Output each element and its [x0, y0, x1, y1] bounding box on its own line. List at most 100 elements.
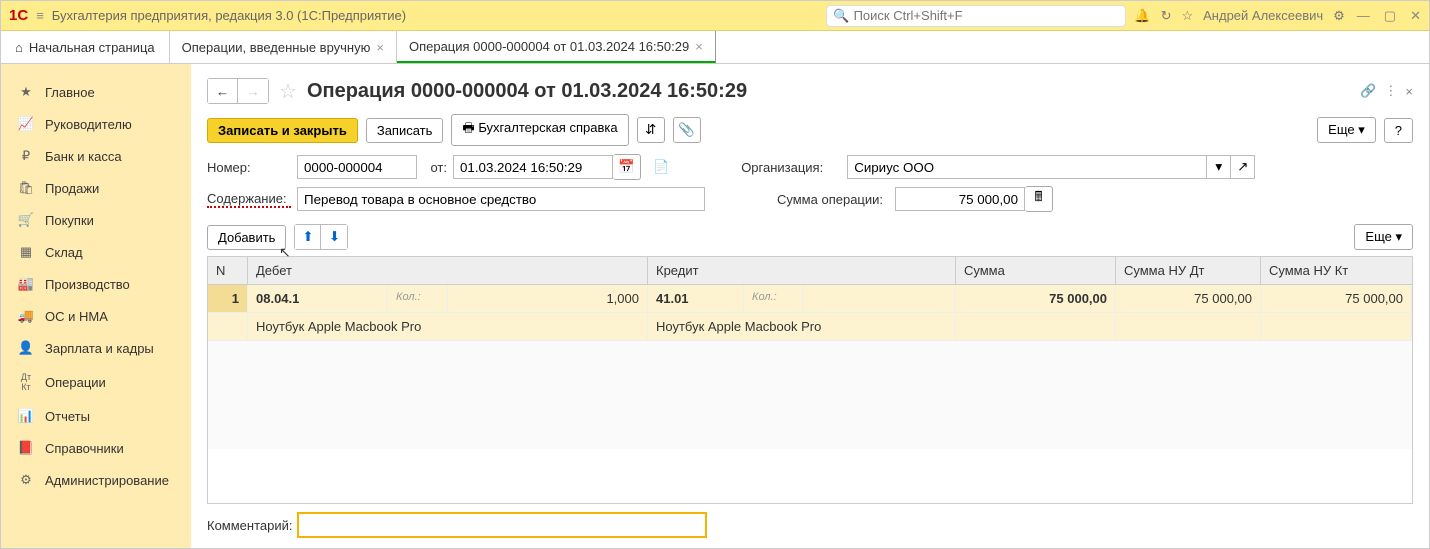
- table-toolbar: Добавить ⬆ ⬇ ↖ Еще ▾: [207, 224, 1413, 250]
- save-close-button[interactable]: Записать и закрыть: [207, 118, 358, 143]
- cell-nu-dt[interactable]: 75 000,00: [1116, 285, 1261, 312]
- comment-input[interactable]: [297, 512, 707, 538]
- history-icon[interactable]: ↻: [1161, 8, 1172, 24]
- calc-icon[interactable]: 🖩: [1025, 186, 1053, 212]
- col-sum[interactable]: Сумма: [956, 257, 1116, 284]
- tab-operations-manual[interactable]: Операции, введенные вручную ×: [170, 31, 397, 63]
- move-down-button[interactable]: ⬇: [321, 225, 347, 249]
- favorite-star-icon[interactable]: ☆: [279, 79, 297, 104]
- number-input[interactable]: [297, 155, 417, 179]
- cell-debit-item[interactable]: Ноутбук Apple Macbook Pro: [248, 313, 648, 340]
- tree-icon-button[interactable]: ⇵: [637, 117, 665, 143]
- open-icon[interactable]: ↗: [1231, 155, 1255, 179]
- org-input[interactable]: [847, 155, 1207, 179]
- print-icon: 🖶: [462, 120, 474, 135]
- settings-icon[interactable]: ⚙: [1333, 8, 1345, 24]
- cell-n: 1: [208, 285, 248, 312]
- col-credit[interactable]: Кредит: [648, 257, 956, 284]
- sidebar-item-purchases[interactable]: 🛒Покупки: [1, 204, 191, 236]
- table-more-button[interactable]: Еще ▾: [1354, 224, 1413, 250]
- cell-cqty[interactable]: [804, 285, 956, 312]
- status-icon: 📄: [653, 159, 669, 175]
- sidebar-item-admin[interactable]: ⚙Администрирование: [1, 464, 191, 496]
- cart-icon: 🛒: [17, 212, 35, 228]
- cell-sum[interactable]: 75 000,00: [956, 285, 1116, 312]
- user-name[interactable]: Андрей Алексеевич: [1203, 8, 1323, 23]
- calendar-icon[interactable]: 📅: [613, 154, 641, 180]
- help-button[interactable]: ?: [1384, 118, 1413, 143]
- ruble-icon: ₽: [17, 148, 35, 164]
- form-row-content: Содержание: Сумма операции: 🖩: [207, 186, 1413, 212]
- tab-operation-doc[interactable]: Операция 0000-000004 от 01.03.2024 16:50…: [397, 31, 716, 63]
- sidebar-item-main[interactable]: ★Главное: [1, 76, 191, 108]
- back-button[interactable]: ←: [208, 79, 238, 103]
- truck-icon: 🚚: [17, 308, 35, 324]
- sidebar-item-production[interactable]: 🏭Производство: [1, 268, 191, 300]
- date-input[interactable]: [453, 155, 613, 179]
- sidebar-item-salary[interactable]: 👤Зарплата и кадры: [1, 332, 191, 364]
- maximize-icon[interactable]: ▢: [1384, 8, 1396, 24]
- cell-credit-acc[interactable]: 41.01: [648, 285, 744, 312]
- close-panel-icon[interactable]: ×: [1405, 84, 1413, 99]
- cell-qty[interactable]: 1,000: [448, 285, 648, 312]
- move-up-button[interactable]: ⬆: [295, 225, 321, 249]
- bars-icon: 📊: [17, 408, 35, 424]
- app-title: Бухгалтерия предприятия, редакция 3.0 (1…: [52, 8, 827, 23]
- more-button[interactable]: Еще ▾: [1317, 117, 1376, 143]
- content-input[interactable]: [297, 187, 705, 211]
- number-label: Номер:: [207, 160, 291, 175]
- search-icon: 🔍: [833, 8, 849, 24]
- cell-nu-kt[interactable]: 75 000,00: [1261, 285, 1412, 312]
- col-n[interactable]: N: [208, 257, 248, 284]
- sidebar-item-bank[interactable]: ₽Банк и касса: [1, 140, 191, 172]
- search-box[interactable]: 🔍: [826, 5, 1126, 27]
- sidebar-item-manager[interactable]: 📈Руководителю: [1, 108, 191, 140]
- cell-sum-blank: [956, 313, 1116, 340]
- kebab-icon[interactable]: ⋮: [1384, 83, 1397, 99]
- cell-credit-item[interactable]: Ноутбук Apple Macbook Pro: [648, 313, 956, 340]
- home-tab[interactable]: ⌂ Начальная страница: [1, 31, 170, 63]
- org-label: Организация:: [741, 160, 841, 175]
- col-nu-kt[interactable]: Сумма НУ Кт: [1261, 257, 1412, 284]
- sidebar-item-warehouse[interactable]: ▦Склад: [1, 236, 191, 268]
- sidebar-item-catalogs[interactable]: 📕Справочники: [1, 432, 191, 464]
- hamburger-icon[interactable]: ≡: [36, 8, 44, 23]
- org-select[interactable]: ▾ ↗: [847, 155, 1255, 179]
- minimize-icon[interactable]: —: [1357, 8, 1370, 24]
- factory-icon: 🏭: [17, 276, 35, 292]
- sidebar-item-operations[interactable]: ДтКтОперации: [1, 364, 191, 400]
- star-icon[interactable]: ☆: [1181, 8, 1193, 24]
- sum-input[interactable]: [895, 187, 1025, 211]
- cell-debit-acc[interactable]: 08.04.1: [248, 285, 388, 312]
- search-input[interactable]: [854, 8, 1120, 23]
- col-nu-dt[interactable]: Сумма НУ Дт: [1116, 257, 1261, 284]
- attach-icon-button[interactable]: 📎: [673, 117, 701, 143]
- save-button[interactable]: Записать: [366, 118, 444, 143]
- table-row[interactable]: Ноутбук Apple Macbook Pro Ноутбук Apple …: [208, 313, 1412, 341]
- col-debit[interactable]: Дебет: [248, 257, 648, 284]
- accounting-ref-button[interactable]: 🖶 Бухгалтерская справка: [451, 114, 628, 146]
- grid-header: N Дебет Кредит Сумма Сумма НУ Дт Сумма Н…: [208, 257, 1412, 285]
- bell-icon[interactable]: 🔔: [1134, 8, 1150, 24]
- tab-label: Операция 0000-000004 от 01.03.2024 16:50…: [409, 39, 689, 54]
- titlebar: 1C ≡ Бухгалтерия предприятия, редакция 3…: [1, 1, 1429, 31]
- grid-body[interactable]: 1 08.04.1 Кол.: 1,000 41.01 Кол.: 75 000…: [208, 285, 1412, 449]
- from-label: от:: [423, 160, 447, 175]
- link-icon[interactable]: 🔗: [1360, 83, 1376, 99]
- add-button[interactable]: Добавить: [207, 225, 286, 250]
- table-row[interactable]: 1 08.04.1 Кол.: 1,000 41.01 Кол.: 75 000…: [208, 285, 1412, 313]
- sidebar-item-reports[interactable]: 📊Отчеты: [1, 400, 191, 432]
- sum-label: Сумма операции:: [777, 192, 889, 207]
- dropdown-icon[interactable]: ▾: [1207, 155, 1231, 179]
- forward-button[interactable]: →: [238, 79, 268, 103]
- sidebar-item-sales[interactable]: 🛍Продажи: [1, 172, 191, 204]
- star-icon: ★: [17, 84, 35, 100]
- sidebar-item-assets[interactable]: 🚚ОС и НМА: [1, 300, 191, 332]
- close-icon[interactable]: ✕: [1410, 8, 1421, 24]
- box-icon: ▦: [17, 244, 35, 260]
- tabs-row: ⌂ Начальная страница Операции, введенные…: [1, 31, 1429, 64]
- tab-close-icon[interactable]: ×: [695, 39, 703, 54]
- nav-buttons: ← →: [207, 78, 269, 104]
- tab-close-icon[interactable]: ×: [376, 40, 384, 55]
- toolbar: Записать и закрыть Записать 🖶 Бухгалтерс…: [207, 114, 1413, 146]
